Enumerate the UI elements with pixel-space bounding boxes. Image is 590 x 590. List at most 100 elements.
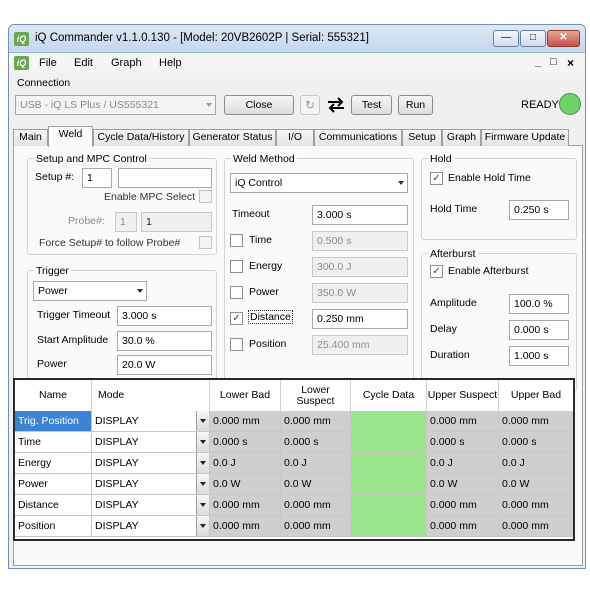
energy-checkbox[interactable] <box>230 260 243 273</box>
row-mode-select[interactable]: DISPLAY <box>92 474 210 495</box>
row-lower-bad-cell[interactable]: 0.000 s <box>210 432 281 453</box>
duration-input[interactable]: 1.000 s <box>509 346 569 366</box>
device-select[interactable]: USB - iQ LS Plus / US555321 <box>15 95 216 115</box>
row-cycle-data-cell[interactable] <box>351 495 427 516</box>
row-cycle-data-cell[interactable] <box>351 474 427 495</box>
row-lower-suspect-cell[interactable]: 0.000 mm <box>281 411 351 432</box>
dropdown-arrow-icon[interactable] <box>196 516 209 536</box>
row-upper-bad-cell[interactable]: 0.000 mm <box>499 516 573 537</box>
col-header-upper-suspect[interactable]: Upper Suspect <box>427 380 499 411</box>
power-input[interactable]: 350.0 W <box>312 283 408 303</box>
tab-main[interactable]: Main <box>13 129 48 146</box>
row-name-cell[interactable]: Time <box>15 432 92 453</box>
probe-value-input[interactable]: 1 <box>141 212 212 232</box>
swap-arrows-icon[interactable] <box>325 95 347 115</box>
setup-name-input[interactable] <box>118 168 212 188</box>
row-mode-select[interactable]: DISPLAY <box>92 495 210 516</box>
tab-generator-status[interactable]: Generator Status <box>189 129 276 146</box>
menu-edit[interactable]: Edit <box>74 57 93 69</box>
dropdown-arrow-icon[interactable] <box>196 495 209 515</box>
row-upper-suspect-cell[interactable]: 0.000 mm <box>427 495 499 516</box>
setup-number-input[interactable]: 1 <box>82 168 112 188</box>
energy-input[interactable]: 300.0 J <box>312 257 408 277</box>
amplitude-input[interactable]: 100.0 % <box>509 294 569 314</box>
app-menu-icon[interactable]: iQ <box>14 56 29 70</box>
maximize-button[interactable]: □ <box>520 30 546 47</box>
row-cycle-data-cell[interactable] <box>351 516 427 537</box>
row-upper-suspect-cell[interactable]: 0.000 mm <box>427 516 499 537</box>
run-button[interactable]: Run <box>398 95 433 115</box>
row-name-cell[interactable]: Distance <box>15 495 92 516</box>
row-upper-bad-cell[interactable]: 0.0 W <box>499 474 573 495</box>
row-upper-suspect-cell[interactable]: 0.000 mm <box>427 411 499 432</box>
col-header-name[interactable]: Name <box>15 380 92 411</box>
force-setup-checkbox[interactable] <box>199 236 212 249</box>
menu-graph[interactable]: Graph <box>111 57 142 69</box>
minimize-button[interactable]: — <box>493 30 519 47</box>
mdi-close-button[interactable]: × <box>567 56 574 70</box>
position-input[interactable]: 25.400 mm <box>312 335 408 355</box>
row-upper-bad-cell[interactable]: 0.000 s <box>499 432 573 453</box>
tab-communications[interactable]: Communications <box>314 129 402 146</box>
probe-number-input[interactable]: 1 <box>115 212 137 232</box>
tab-graph[interactable]: Graph <box>442 129 481 146</box>
start-amplitude-input[interactable]: 30.0 % <box>117 331 212 351</box>
row-lower-bad-cell[interactable]: 0.0 J <box>210 453 281 474</box>
tab-cycle-data-history[interactable]: Cycle Data/History <box>93 129 189 146</box>
refresh-button[interactable]: ↻ <box>300 95 320 115</box>
trigger-mode-select[interactable]: Power <box>33 281 147 301</box>
menu-help[interactable]: Help <box>159 57 182 69</box>
dropdown-arrow-icon[interactable] <box>196 432 209 452</box>
close-connection-button[interactable]: Close <box>224 95 294 115</box>
row-upper-bad-cell[interactable]: 0.000 mm <box>499 411 573 432</box>
trigger-power-input[interactable]: 20.0 W <box>117 355 212 375</box>
col-header-cycle-data[interactable]: Cycle Data <box>351 380 427 411</box>
row-lower-bad-cell[interactable]: 0.000 mm <box>210 495 281 516</box>
row-upper-bad-cell[interactable]: 0.000 mm <box>499 495 573 516</box>
col-header-upper-bad[interactable]: Upper Bad <box>499 380 573 411</box>
col-header-mode[interactable]: Mode <box>92 380 210 411</box>
row-name-cell[interactable]: Power <box>15 474 92 495</box>
mdi-restore-button[interactable]: □ <box>550 56 557 68</box>
time-input[interactable]: 0.500 s <box>312 231 408 251</box>
row-upper-bad-cell[interactable]: 0.0 J <box>499 453 573 474</box>
dropdown-arrow-icon[interactable] <box>196 411 209 431</box>
test-button[interactable]: Test <box>351 95 392 115</box>
row-name-cell[interactable]: Position <box>15 516 92 537</box>
row-lower-suspect-cell[interactable]: 0.000 mm <box>281 495 351 516</box>
row-lower-suspect-cell[interactable]: 0.0 W <box>281 474 351 495</box>
menu-file[interactable]: File <box>39 57 57 69</box>
row-lower-suspect-cell[interactable]: 0.0 J <box>281 453 351 474</box>
power-checkbox[interactable] <box>230 286 243 299</box>
row-cycle-data-cell[interactable] <box>351 432 427 453</box>
distance-input[interactable]: 0.250 mm <box>312 309 408 329</box>
row-name-cell[interactable]: Energy <box>15 453 92 474</box>
enable-afterburst-checkbox[interactable]: ✓ <box>430 265 443 278</box>
row-upper-suspect-cell[interactable]: 0.000 s <box>427 432 499 453</box>
row-lower-suspect-cell[interactable]: 0.000 s <box>281 432 351 453</box>
time-checkbox[interactable] <box>230 234 243 247</box>
tab-setup[interactable]: Setup <box>402 129 442 146</box>
row-cycle-data-cell[interactable] <box>351 411 427 432</box>
weld-method-select[interactable]: iQ Control <box>230 173 408 193</box>
tab-firmware-update[interactable]: Firmware Update <box>481 129 569 146</box>
row-mode-select[interactable]: DISPLAY <box>92 516 210 537</box>
row-cycle-data-cell[interactable] <box>351 453 427 474</box>
delay-input[interactable]: 0.000 s <box>509 320 569 340</box>
row-lower-bad-cell[interactable]: 0.000 mm <box>210 516 281 537</box>
col-header-lower-bad[interactable]: Lower Bad <box>210 380 281 411</box>
mdi-minimize-button[interactable]: _ <box>535 56 541 68</box>
dropdown-arrow-icon[interactable] <box>196 453 209 473</box>
row-lower-suspect-cell[interactable]: 0.000 mm <box>281 516 351 537</box>
row-upper-suspect-cell[interactable]: 0.0 J <box>427 453 499 474</box>
row-mode-select[interactable]: DISPLAY <box>92 453 210 474</box>
row-lower-bad-cell[interactable]: 0.000 mm <box>210 411 281 432</box>
tab-weld[interactable]: Weld <box>48 126 93 147</box>
row-upper-suspect-cell[interactable]: 0.0 W <box>427 474 499 495</box>
tab-io[interactable]: I/O <box>276 129 314 146</box>
distance-checkbox[interactable]: ✓ <box>230 312 243 325</box>
dropdown-arrow-icon[interactable] <box>196 474 209 494</box>
row-mode-select[interactable]: DISPLAY <box>92 411 210 432</box>
enable-mpc-checkbox[interactable] <box>199 190 212 203</box>
position-checkbox[interactable] <box>230 338 243 351</box>
